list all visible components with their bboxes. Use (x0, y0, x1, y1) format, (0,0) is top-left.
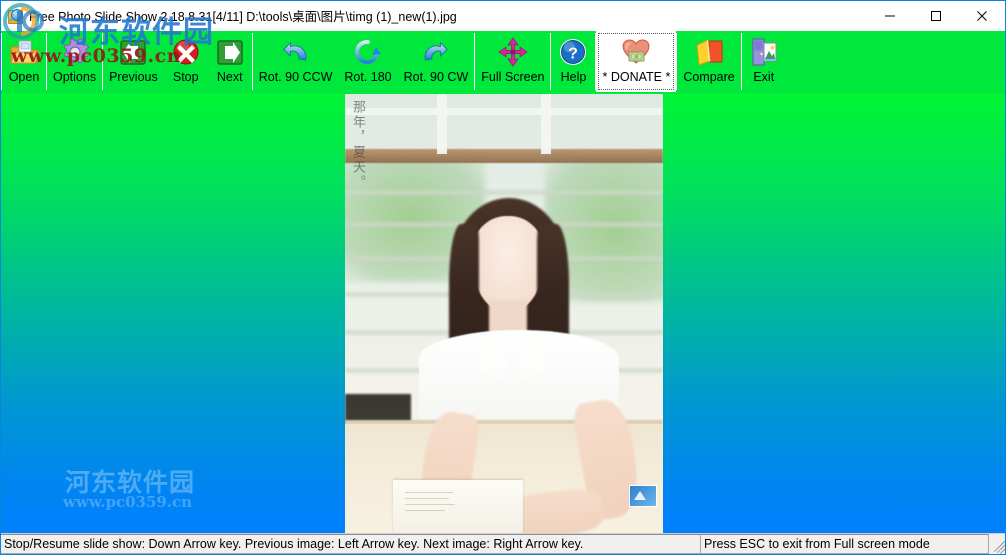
window-title: Free Photo Slide Show 2.18.8.31[4/11] D:… (29, 10, 457, 24)
window-controls (867, 1, 1005, 30)
rotate-180-label: Rot. 180 (344, 70, 392, 84)
rotate-90-ccw-label: Rot. 90 CCW (258, 70, 333, 84)
rotate-180-button[interactable]: Rot. 180 (338, 31, 397, 92)
previous-button-label: Previous (109, 70, 158, 84)
two-cards-icon (693, 36, 725, 68)
photo-window-mullion (345, 108, 663, 115)
full-screen-button[interactable]: Full Screen (475, 31, 550, 92)
rotate-90-ccw-button[interactable]: Rot. 90 CCW (253, 31, 339, 92)
stop-red-x-icon (170, 36, 202, 68)
main-toolbar: Open Options Previous Stop Next Rot. 90 … (1, 30, 1005, 94)
heart-money-icon (620, 36, 652, 68)
next-button[interactable]: Next (208, 31, 252, 92)
full-screen-label: Full Screen (481, 70, 545, 84)
photo-book-line (405, 504, 455, 505)
exit-button[interactable]: Exit (742, 31, 786, 92)
four-arrows-expand-icon (497, 36, 529, 68)
donate-button[interactable]: * DONATE * (596, 31, 677, 92)
donate-button-label: * DONATE * (602, 70, 671, 84)
app-icon: ✦ (7, 8, 23, 24)
status-hint-left: Stop/Resume slide show: Down Arrow key. … (1, 534, 701, 554)
maximize-button[interactable] (913, 1, 959, 30)
help-button[interactable]: ? Help (551, 31, 595, 92)
displayed-photo[interactable]: 那年，夏天。 (345, 94, 663, 533)
arrow-right-green-icon (214, 36, 246, 68)
photo-open-book (393, 480, 523, 533)
next-button-label: Next (216, 70, 243, 84)
compare-button-label: Compare (683, 70, 735, 84)
options-button-label: Options (53, 70, 97, 84)
stop-button[interactable]: Stop (164, 31, 208, 92)
status-hint-right: Press ESC to exit from Full screen mode (700, 534, 989, 554)
photo-book-line (405, 498, 449, 499)
previous-button[interactable]: Previous (103, 31, 164, 92)
photo-overlay-text: 那年，夏天。 (350, 100, 365, 190)
arrow-left-green-icon (117, 36, 149, 68)
rotate-cw-arrow-icon (420, 36, 452, 68)
title-bar: ✦ Free Photo Slide Show 2.18.8.31[4/11] … (1, 1, 1005, 30)
exit-button-label: Exit (753, 70, 775, 84)
resize-grip[interactable] (989, 534, 1005, 554)
rotate-90-cw-label: Rot. 90 CW (403, 70, 469, 84)
compare-button[interactable]: Compare (677, 31, 740, 92)
rotate-90-cw-button[interactable]: Rot. 90 CW (398, 31, 475, 92)
photo-window-mullion (541, 94, 551, 154)
question-mark-blue-icon: ? (557, 36, 589, 68)
rotate-ccw-arrow-icon (280, 36, 312, 68)
photo-railing (345, 190, 663, 195)
photo-corner-badge (629, 485, 657, 507)
open-button-label: Open (8, 70, 40, 84)
open-button[interactable]: Open (2, 31, 46, 92)
rotate-180-arrow-icon (352, 36, 384, 68)
close-button[interactable] (959, 1, 1005, 30)
photo-book-line (405, 492, 453, 493)
photo-window-mullion (437, 94, 447, 154)
photo-book-line (405, 510, 445, 511)
minimize-button[interactable] (867, 1, 913, 30)
status-bar: Stop/Resume slide show: Down Arrow key. … (1, 533, 1005, 554)
help-button-label: Help (560, 70, 587, 84)
stop-button-label: Stop (172, 70, 199, 84)
open-door-exit-icon (748, 36, 780, 68)
svg-text:?: ? (569, 46, 579, 63)
open-folder-icon (8, 36, 40, 68)
application-window: ✦ Free Photo Slide Show 2.18.8.31[4/11] … (0, 0, 1006, 555)
image-viewer-area[interactable]: 那年，夏天。 (1, 94, 1005, 533)
gear-icon (59, 36, 91, 68)
photo-window-ledge (345, 149, 663, 163)
options-button[interactable]: Options (47, 31, 102, 92)
